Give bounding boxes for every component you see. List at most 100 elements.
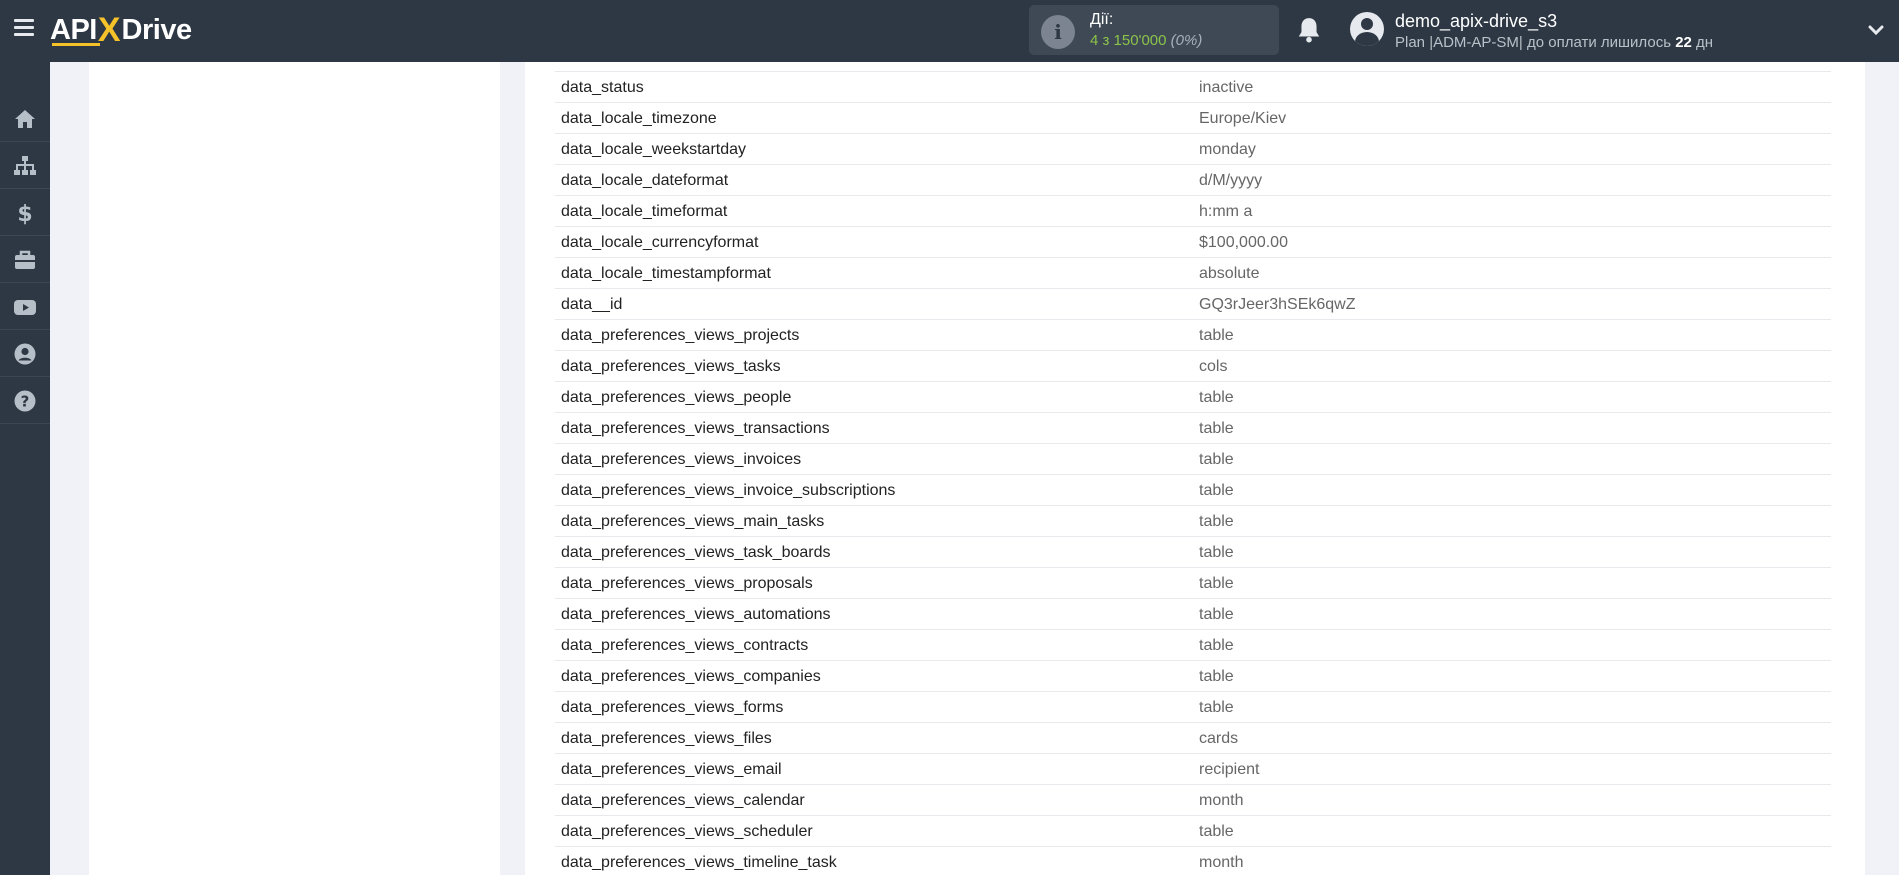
menu-icon[interactable]: [14, 19, 34, 37]
table-row: data_preferences_views_people table: [555, 382, 1831, 413]
sidebar-item-home[interactable]: [0, 96, 50, 142]
table-row: data_locale_dateformat d/M/yyyy: [555, 165, 1831, 196]
table-row: data_preferences_views_timeline_task mont…: [555, 847, 1831, 875]
info-icon: i: [1041, 15, 1075, 49]
field-name: data_locale_timestampformat: [561, 265, 771, 282]
user-circle-icon: [14, 343, 36, 364]
sidebar-item-tools[interactable]: [0, 237, 50, 283]
sidebar-item-billing[interactable]: $: [0, 190, 50, 236]
plan-info: Plan |ADM-AP-SM| до оплати лишилось 22 д…: [1395, 34, 1713, 51]
svg-text:?: ?: [21, 392, 30, 410]
table-row: data_locale_timezone Europe/Kiev: [555, 103, 1831, 134]
actions-label: Дії:: [1090, 11, 1114, 28]
field-name: data_preferences_views_people: [561, 389, 792, 406]
data-table: data_status inactive data_locale_timezone E…: [555, 72, 1831, 875]
plan-prefix: Plan |ADM-AP-SM| до оплати лишилось: [1395, 34, 1676, 51]
avatar[interactable]: [1350, 12, 1384, 46]
field-value: absolute: [1199, 265, 1260, 282]
field-name: data_locale_timeformat: [561, 203, 728, 220]
field-value: month: [1199, 792, 1244, 809]
field-name: data_preferences_views_files: [561, 730, 772, 747]
logo-underline: [52, 43, 100, 46]
table-row: data_preferences_views_companies table: [555, 661, 1831, 692]
table-row: data_locale_timestampformat absolute: [555, 258, 1831, 289]
field-name: data_preferences_views_automations: [561, 606, 831, 623]
table-row: data_status inactive: [555, 72, 1831, 103]
left-panel: [89, 62, 500, 875]
field-name: data_preferences_views_forms: [561, 699, 784, 716]
field-name: data_preferences_views_calendar: [561, 792, 805, 809]
field-value: table: [1199, 823, 1234, 840]
field-name: data_preferences_views_tasks: [561, 358, 781, 375]
field-value: table: [1199, 327, 1234, 344]
field-name: data_preferences_views_transactions: [561, 420, 830, 437]
field-value: table: [1199, 637, 1234, 654]
field-name: data_status: [561, 79, 644, 96]
sidebar-item-help[interactable]: ?: [0, 378, 50, 424]
chevron-down-icon[interactable]: [1868, 24, 1884, 36]
table-row: data_preferences_views_main_tasks table: [555, 506, 1831, 537]
field-name: data_preferences_views_task_boards: [561, 544, 831, 561]
table-row: data_locale_timeformat h:mm a: [555, 196, 1831, 227]
svg-text:$: $: [17, 202, 32, 225]
actions-count: 4 з 150'000 (0%): [1090, 32, 1202, 49]
field-value: table: [1199, 606, 1234, 623]
field-value: $100,000.00: [1199, 234, 1288, 251]
field-value: table: [1199, 544, 1234, 561]
field-value: table: [1199, 575, 1234, 592]
logo-api: API: [50, 13, 97, 46]
plan-suffix: дн: [1691, 34, 1714, 51]
actions-counter[interactable]: i Дії: 4 з 150'000 (0%): [1029, 5, 1279, 55]
bell-icon[interactable]: [1296, 16, 1322, 44]
table-row: data_locale_currencyformat $100,000.00: [555, 227, 1831, 258]
sidebar: $ ?: [0, 62, 50, 875]
field-name: data_locale_timezone: [561, 110, 717, 127]
sitemap-icon: [14, 155, 36, 175]
field-value: cols: [1199, 358, 1228, 375]
table-row: data_preferences_views_proposals table: [555, 568, 1831, 599]
actions-percent: (0%): [1170, 32, 1203, 49]
table-row: data_preferences_views_transactions table: [555, 413, 1831, 444]
field-value: recipient: [1199, 761, 1260, 778]
field-value: h:mm a: [1199, 203, 1253, 220]
sidebar-item-profile[interactable]: [0, 331, 50, 377]
field-value: table: [1199, 389, 1234, 406]
briefcase-icon: [15, 250, 35, 269]
field-name: data_preferences_views_companies: [561, 668, 821, 685]
field-value: GQ3rJeer3hSEk6qwZ: [1199, 296, 1356, 313]
table-row: data_locale_weekstartday monday: [555, 134, 1831, 165]
field-name: data_preferences_views_invoices: [561, 451, 802, 468]
table-row: data_preferences_views_task_boards table: [555, 537, 1831, 568]
field-name: data_locale_weekstartday: [561, 141, 747, 158]
table-row: data_preferences_views_invoices table: [555, 444, 1831, 475]
youtube-icon: [14, 299, 36, 315]
logo[interactable]: API X Drive: [50, 10, 192, 50]
field-value: table: [1199, 420, 1234, 437]
field-name: data_preferences_views_invoice_subscript…: [561, 482, 896, 499]
field-name: data_preferences_views_email: [561, 761, 782, 778]
sidebar-item-connections[interactable]: [0, 143, 50, 189]
field-value: Europe/Kiev: [1199, 110, 1287, 127]
top-bar: API X Drive i Дії: 4 з 150'000 (0%) demo…: [0, 0, 1899, 62]
table-row: data_preferences_views_automations table: [555, 599, 1831, 630]
sidebar-item-videos[interactable]: [0, 284, 50, 330]
field-name: data_preferences_views_proposals: [561, 575, 813, 592]
field-name: data__id: [561, 296, 623, 313]
table-row: data__id GQ3rJeer3hSEk6qwZ: [555, 289, 1831, 320]
field-name: data_preferences_views_scheduler: [561, 823, 813, 840]
table-row: data_preferences_views_tasks cols: [555, 351, 1831, 382]
field-value: monday: [1199, 141, 1256, 158]
field-value: d/M/yyyy: [1199, 172, 1263, 189]
username[interactable]: demo_apix-drive_s3: [1395, 11, 1557, 32]
field-name: data_preferences_views_timeline_task: [561, 854, 837, 871]
table-row: data_preferences_views_email recipient: [555, 754, 1831, 785]
logo-x: X: [97, 10, 121, 49]
field-value: table: [1199, 668, 1234, 685]
field-value: table: [1199, 451, 1234, 468]
table-row: data_preferences_views_calendar month: [555, 785, 1831, 816]
question-circle-icon: ?: [14, 390, 36, 411]
table-row: data_preferences_views_contracts table: [555, 630, 1831, 661]
plan-days: 22: [1675, 34, 1692, 51]
field-value: cards: [1199, 730, 1239, 747]
field-value: table: [1199, 513, 1234, 530]
